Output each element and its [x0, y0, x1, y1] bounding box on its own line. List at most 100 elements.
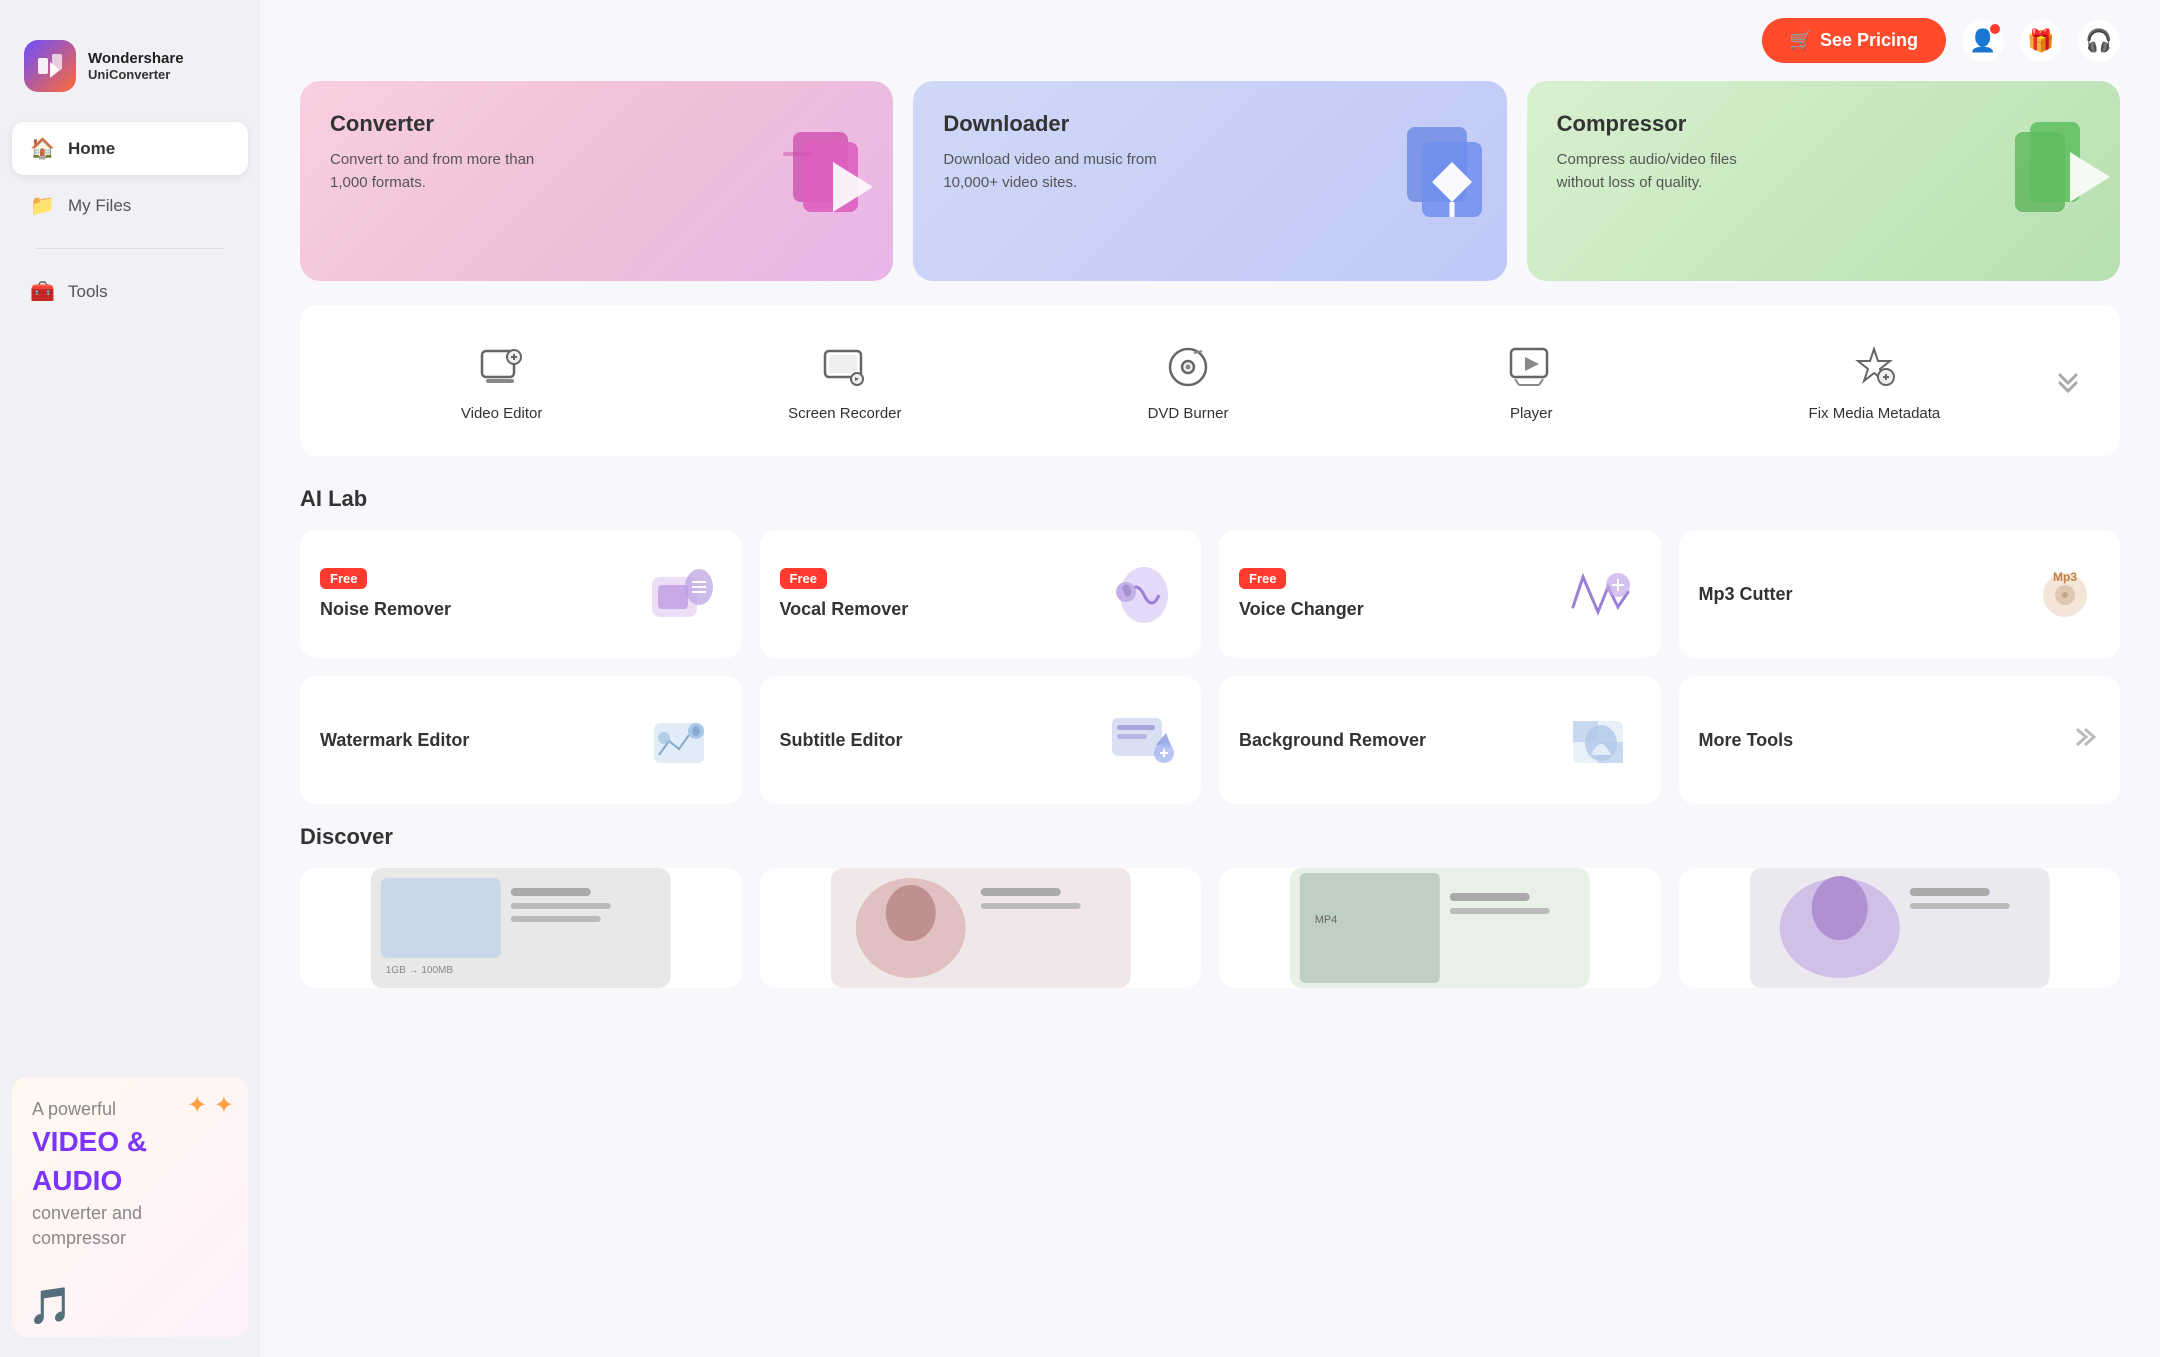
- player-icon: [1503, 339, 1559, 395]
- mp3-cutter-icon: Mp3: [2020, 554, 2100, 634]
- ai-watermark-editor-card[interactable]: Watermark Editor: [300, 676, 742, 804]
- compressor-desc: Compress audio/video files without loss …: [1557, 149, 1777, 194]
- ai-vocal-remover-card[interactable]: Free Vocal Remover: [760, 530, 1202, 658]
- downloader-card[interactable]: Downloader Download video and music from…: [913, 81, 1506, 281]
- banner-icon: 🎵: [28, 1285, 73, 1327]
- logo-product: UniConverter: [88, 67, 184, 82]
- sidebar-label-tools: Tools: [68, 282, 108, 302]
- sidebar-label-home: Home: [68, 139, 115, 159]
- video-editor-label: Video Editor: [461, 405, 542, 422]
- video-editor-icon: [474, 339, 530, 395]
- voice-changer-icon: [1561, 554, 1641, 634]
- files-icon: 📁: [30, 193, 54, 218]
- banner-line1: A powerful: [32, 1097, 228, 1122]
- converter-icon: [773, 112, 893, 271]
- screen-recorder-label: Screen Recorder: [788, 405, 901, 422]
- sidebar: Wondershare UniConverter 🏠 Home 📁 My Fil…: [0, 0, 260, 1357]
- watermark-editor-icon: [642, 700, 722, 780]
- main-content: 🛒 See Pricing 👤 🎁 🎧 Converter Convert to…: [260, 0, 2160, 1357]
- app-logo: Wondershare UniConverter: [0, 20, 260, 122]
- sidebar-label-my-files: My Files: [68, 196, 131, 216]
- compressor-card[interactable]: Compressor Compress audio/video files wi…: [1527, 81, 2120, 281]
- header: 🛒 See Pricing 👤 🎁 🎧: [260, 0, 2160, 81]
- svg-text:1GB → 100MB: 1GB → 100MB: [386, 965, 454, 976]
- banner-highlight1: VIDEO &: [32, 1122, 228, 1161]
- feature-cards-grid: Converter Convert to and from more than …: [300, 81, 2120, 281]
- ai-voice-changer-card[interactable]: Free Voice Changer: [1219, 530, 1661, 658]
- tool-video-editor[interactable]: Video Editor: [330, 325, 673, 436]
- notification-badge: [1990, 24, 2000, 34]
- ai-lab-row1: Free Noise Remover Free: [300, 530, 2120, 658]
- page-content: Converter Convert to and from more than …: [260, 81, 2160, 1028]
- noise-remover-badge: Free: [320, 568, 367, 589]
- background-remover-info: Background Remover: [1239, 730, 1426, 751]
- svg-text:MP4: MP4: [1315, 914, 1338, 926]
- banner-line2: converter and: [32, 1201, 228, 1226]
- ai-lab-row2: Watermark Editor Subtitle Editor: [300, 676, 2120, 804]
- discover-card-2[interactable]: [760, 868, 1202, 988]
- watermark-editor-info: Watermark Editor: [320, 730, 469, 751]
- voice-changer-badge: Free: [1239, 568, 1286, 589]
- headset-icon-button[interactable]: 🎧: [2078, 20, 2120, 62]
- subtitle-editor-info: Subtitle Editor: [780, 730, 903, 751]
- tool-fix-media-metadata[interactable]: Fix Media Metadata: [1703, 325, 2046, 436]
- subtitle-editor-icon: [1101, 700, 1181, 780]
- logo-icon: [24, 40, 76, 92]
- banner-highlight2: AUDIO: [32, 1161, 228, 1200]
- see-pricing-button[interactable]: 🛒 See Pricing: [1762, 18, 1946, 63]
- mp3-cutter-title: Mp3 Cutter: [1699, 584, 1793, 605]
- promo-banner: ✦ ✦ A powerful VIDEO & AUDIO converter a…: [12, 1077, 248, 1337]
- vocal-remover-info: Free Vocal Remover: [780, 568, 909, 620]
- more-tools-title: More Tools: [1699, 730, 1794, 751]
- dvd-burner-icon: [1160, 339, 1216, 395]
- user-icon-button[interactable]: 👤: [1962, 20, 2004, 62]
- sidebar-item-home[interactable]: 🏠 Home: [12, 122, 248, 175]
- noise-remover-info: Free Noise Remover: [320, 568, 451, 620]
- ai-subtitle-editor-card[interactable]: Subtitle Editor: [760, 676, 1202, 804]
- ai-noise-remover-card[interactable]: Free Noise Remover: [300, 530, 742, 658]
- converter-desc: Convert to and from more than 1,000 form…: [330, 149, 550, 194]
- logo-text: Wondershare UniConverter: [88, 50, 184, 82]
- discover-card-1[interactable]: 1GB → 100MB: [300, 868, 742, 988]
- gift-icon: 🎁: [2027, 28, 2054, 54]
- discover-card-3[interactable]: MP4: [1219, 868, 1661, 988]
- ai-more-tools-card[interactable]: More Tools: [1679, 676, 2121, 804]
- ai-background-remover-card[interactable]: Background Remover: [1219, 676, 1661, 804]
- tool-screen-recorder[interactable]: Screen Recorder: [673, 325, 1016, 436]
- noise-remover-title: Noise Remover: [320, 599, 451, 620]
- pricing-label: See Pricing: [1820, 30, 1918, 51]
- screen-recorder-icon: [817, 339, 873, 395]
- tools-more-arrow[interactable]: [2046, 359, 2090, 403]
- vocal-remover-title: Vocal Remover: [780, 599, 909, 620]
- sidebar-item-tools[interactable]: 🧰 Tools: [12, 265, 248, 318]
- subtitle-editor-title: Subtitle Editor: [780, 730, 903, 751]
- banner-line3: compressor: [32, 1226, 228, 1251]
- background-remover-title: Background Remover: [1239, 730, 1426, 751]
- ai-mp3-cutter-card[interactable]: Mp3 Cutter Mp3: [1679, 530, 2121, 658]
- downloader-icon: [1387, 112, 1507, 271]
- tools-icon: 🧰: [30, 279, 54, 304]
- downloader-desc: Download video and music from 10,000+ vi…: [943, 149, 1163, 194]
- sidebar-divider: [36, 248, 224, 249]
- converter-card[interactable]: Converter Convert to and from more than …: [300, 81, 893, 281]
- voice-changer-info: Free Voice Changer: [1239, 568, 1364, 620]
- background-remover-icon: [1561, 700, 1641, 780]
- sidebar-item-my-files[interactable]: 📁 My Files: [12, 179, 248, 232]
- discover-section: Discover 1GB → 100MB: [300, 824, 2120, 988]
- voice-changer-title: Voice Changer: [1239, 599, 1364, 620]
- headset-icon: 🎧: [2085, 28, 2112, 54]
- banner-content: A powerful VIDEO & AUDIO converter and c…: [32, 1097, 228, 1251]
- svg-text:Mp3: Mp3: [2053, 570, 2077, 584]
- ai-lab-title: AI Lab: [300, 486, 2120, 512]
- logo-brand: Wondershare: [88, 50, 184, 67]
- tools-strip: Video Editor Screen Recorder: [300, 305, 2120, 456]
- vocal-remover-badge: Free: [780, 568, 827, 589]
- discover-card-4[interactable]: [1679, 868, 2121, 988]
- watermark-editor-title: Watermark Editor: [320, 730, 469, 751]
- gift-icon-button[interactable]: 🎁: [2020, 20, 2062, 62]
- tool-player[interactable]: Player: [1360, 325, 1703, 436]
- pricing-cart-icon: 🛒: [1790, 30, 1812, 51]
- fix-media-metadata-label: Fix Media Metadata: [1809, 405, 1941, 422]
- mp3-cutter-info: Mp3 Cutter: [1699, 584, 1793, 605]
- tool-dvd-burner[interactable]: DVD Burner: [1016, 325, 1359, 436]
